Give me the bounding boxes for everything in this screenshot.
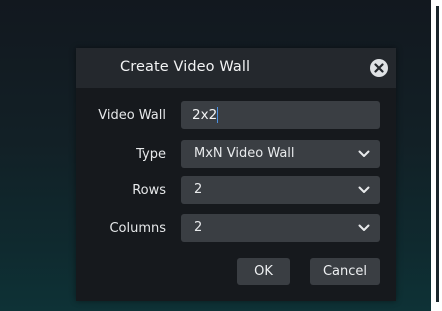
type-selected-value: MxN Video Wall (194, 146, 295, 161)
columns-selected-value: 2 (194, 220, 203, 235)
dialog-header: Create Video Wall (76, 48, 396, 88)
window-edge (431, 0, 442, 311)
columns-label: Columns (109, 221, 166, 236)
create-video-wall-dialog: Create Video Wall Video Wall Type MxN Vi… (76, 48, 396, 301)
type-select[interactable]: MxN Video Wall (181, 140, 380, 168)
close-button[interactable] (370, 59, 388, 77)
chevron-down-icon (358, 224, 370, 231)
rows-label: Rows (132, 183, 166, 198)
cancel-button[interactable]: Cancel (310, 258, 380, 285)
video-wall-name-field[interactable] (181, 101, 380, 129)
vertical-divider (436, 6, 439, 302)
text-caret (217, 107, 218, 123)
video-wall-label: Video Wall (98, 108, 166, 123)
close-icon (374, 63, 384, 73)
chevron-down-icon (358, 150, 370, 157)
chevron-down-icon (358, 186, 370, 193)
dialog-title: Create Video Wall (120, 59, 251, 75)
columns-select[interactable]: 2 (181, 214, 380, 242)
type-label: Type (136, 147, 166, 162)
ok-button[interactable]: OK (237, 258, 290, 285)
rows-select[interactable]: 2 (181, 176, 380, 204)
video-wall-name-input[interactable] (181, 101, 380, 129)
rows-selected-value: 2 (194, 182, 203, 197)
